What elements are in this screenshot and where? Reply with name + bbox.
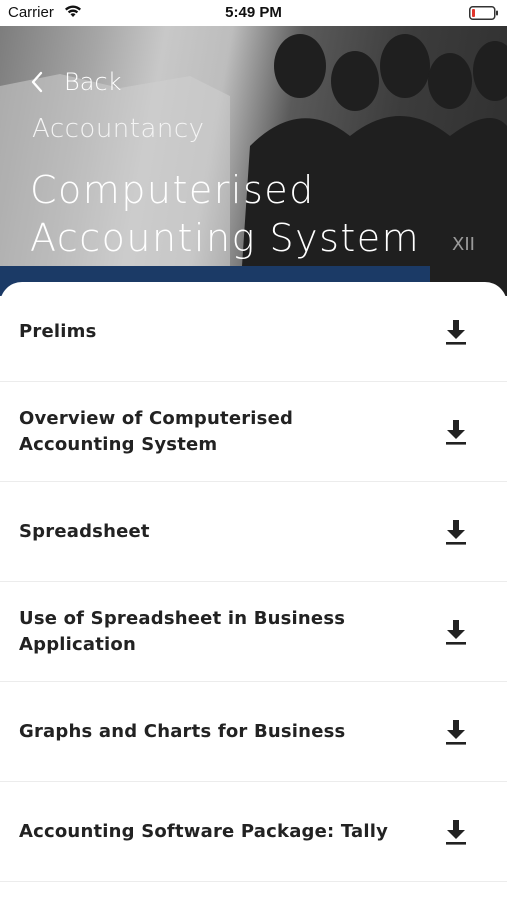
chevron-left-icon: [31, 71, 43, 93]
list-item[interactable]: Accounting Software Package: Tally: [0, 782, 507, 882]
list-item[interactable]: Use of Spreadsheet in Business Applicati…: [0, 582, 507, 682]
back-button[interactable]: Back: [30, 68, 122, 96]
back-label: Back: [64, 68, 122, 96]
cover-text: XII: [452, 234, 475, 255]
download-icon[interactable]: [443, 418, 469, 446]
status-bar: Carrier 5:49 PM: [0, 0, 507, 26]
page-title: Computerised Accounting System: [30, 168, 421, 260]
list-item[interactable]: Prelims: [0, 282, 507, 382]
clock: 5:49 PM: [225, 4, 282, 21]
download-icon[interactable]: [443, 718, 469, 746]
chapter-list: Prelims Overview of Computerised Account…: [0, 282, 507, 900]
download-icon[interactable]: [443, 318, 469, 346]
download-icon[interactable]: [443, 518, 469, 546]
chapter-title: Spreadsheet: [19, 520, 150, 542]
download-icon[interactable]: [443, 818, 469, 846]
chapter-title: Overview of Computerised Accounting Syst…: [19, 407, 294, 455]
subject-label: Accountancy: [32, 114, 205, 144]
list-item[interactable]: Overview of Computerised Accounting Syst…: [0, 382, 507, 482]
header-cover-image: Back Accountancy Computerised Accounting…: [0, 26, 507, 296]
download-icon[interactable]: [443, 618, 469, 646]
list-item[interactable]: Graphs and Charts for Business: [0, 682, 507, 782]
chapter-title: Use of Spreadsheet in Business Applicati…: [19, 607, 346, 655]
chapter-title: Accounting Software Package: Tally: [19, 820, 389, 842]
battery-icon: [469, 6, 498, 20]
chapter-title: Prelims: [19, 320, 97, 342]
list-item[interactable]: Spreadsheet: [0, 482, 507, 582]
chapter-title: Graphs and Charts for Business: [19, 720, 346, 742]
